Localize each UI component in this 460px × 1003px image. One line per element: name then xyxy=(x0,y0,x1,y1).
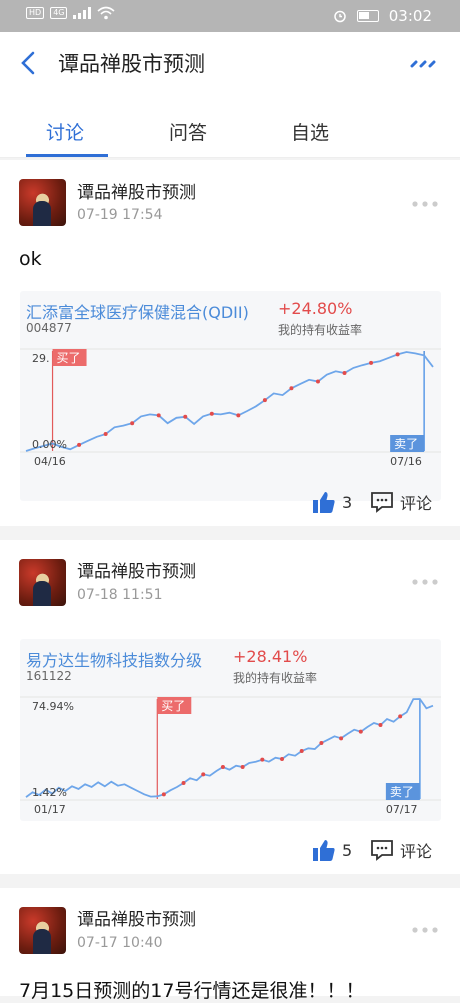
post-time: 07-17 10:40 xyxy=(77,935,163,951)
app-bar: 谭品禅股市预测 xyxy=(0,32,460,96)
fund-chart: 29. 0.00% 买了卖了 04/16 07/16 xyxy=(20,348,441,468)
comment-icon xyxy=(371,492,393,513)
series-line xyxy=(25,698,434,798)
like-button[interactable]: 3 xyxy=(312,490,352,514)
post-author[interactable]: 谭品禅股市预测 xyxy=(77,905,196,930)
fund-card[interactable]: 汇添富全球医疗保健混合(QDII) +24.80% 004877 我的持有收益率… xyxy=(20,291,441,501)
avatar[interactable] xyxy=(19,559,66,606)
trade-point xyxy=(156,413,161,418)
thumbs-up-icon xyxy=(313,840,335,861)
comment-label: 评论 xyxy=(400,494,433,513)
more-options-icon[interactable] xyxy=(411,200,439,208)
post-card: 谭品禅股市预测 07-19 17:54 ok 汇添富全球医疗保健混合(QDII)… xyxy=(0,160,460,526)
trade-point xyxy=(161,792,166,797)
trade-point xyxy=(289,386,294,391)
trade-point xyxy=(378,723,383,727)
y-min-label: 1.42% xyxy=(32,786,67,799)
more-icon[interactable] xyxy=(410,54,438,74)
fund-code: 161122 xyxy=(26,669,72,683)
post-card: 谭品禅股市预测 07-18 11:51 易方达生物科技指数分级 +28.41% … xyxy=(0,540,460,874)
fund-return: +28.41% xyxy=(233,647,308,666)
comment-label: 评论 xyxy=(400,842,433,861)
post-author[interactable]: 谭品禅股市预测 xyxy=(77,178,196,203)
more-options-icon[interactable] xyxy=(411,926,439,934)
tab-indicator xyxy=(26,154,108,157)
post-time: 07-18 11:51 xyxy=(77,587,163,603)
trade-point xyxy=(369,360,374,365)
buy-label: 买了 xyxy=(161,699,185,713)
fund-return-label: 我的持有收益率 xyxy=(233,671,318,685)
comment-button[interactable]: 评论 xyxy=(370,490,432,514)
trade-point xyxy=(342,371,347,376)
tab-bar: 讨论 问答 自选 xyxy=(0,96,460,158)
x-start-label: 01/17 xyxy=(34,803,66,816)
trade-point xyxy=(262,398,267,403)
page-title: 谭品禅股市预测 xyxy=(58,52,205,76)
tab-qa[interactable]: 问答 xyxy=(169,118,207,145)
signal-icon xyxy=(73,7,92,19)
tab-discussion[interactable]: 讨论 xyxy=(46,118,84,145)
x-start-label: 04/16 xyxy=(34,455,66,468)
trade-point xyxy=(209,411,214,416)
like-count: 5 xyxy=(342,840,353,860)
avatar[interactable] xyxy=(19,179,66,226)
comment-icon xyxy=(371,840,393,861)
trade-point xyxy=(339,736,344,741)
x-end-label: 07/17 xyxy=(386,803,418,816)
battery-icon xyxy=(356,10,379,22)
buy-label: 买了 xyxy=(57,351,81,365)
post-time: 07-19 17:54 xyxy=(77,207,163,223)
back-icon[interactable] xyxy=(16,46,46,80)
post-author[interactable]: 谭品禅股市预测 xyxy=(77,557,196,582)
trade-point xyxy=(299,749,304,753)
trade-point xyxy=(201,772,206,777)
trade-point xyxy=(319,741,324,745)
trade-point xyxy=(103,432,108,437)
x-end-label: 07/16 xyxy=(390,455,422,468)
trade-point xyxy=(183,414,188,419)
post-card: 谭品禅股市预测 07-17 10:40 7月15日预测的17号行情还是很准！！！ xyxy=(0,888,460,1002)
trade-point xyxy=(130,421,135,426)
fund-chart: 74.94% 1.42% 买了卖了 01/17 07/17 xyxy=(20,696,441,816)
post-text: 7月15日预测的17号行情还是很准！！！ xyxy=(19,980,365,1002)
trade-point xyxy=(358,729,363,734)
sell-label: 卖了 xyxy=(394,437,418,451)
trade-point xyxy=(280,757,285,761)
trade-point xyxy=(260,757,265,762)
y-max-label: 29. xyxy=(32,352,50,365)
y-max-label: 74.94% xyxy=(32,700,74,713)
trade-point xyxy=(315,379,320,384)
avatar[interactable] xyxy=(19,907,66,954)
comment-button[interactable]: 评论 xyxy=(370,838,432,862)
trade-point xyxy=(240,765,245,769)
fund-code: 004877 xyxy=(26,321,72,335)
like-count: 3 xyxy=(342,492,353,512)
trade-point xyxy=(220,765,225,769)
fund-return: +24.80% xyxy=(278,299,353,318)
trade-point xyxy=(77,442,82,447)
series-line xyxy=(25,351,434,452)
post-text: ok xyxy=(19,248,42,270)
trade-point xyxy=(395,352,400,357)
thumbs-up-icon xyxy=(313,492,335,513)
hd-badge: HD xyxy=(26,7,45,19)
trade-point xyxy=(236,413,241,418)
alarm-icon xyxy=(334,10,346,23)
status-bar: HD 4G 03:02 xyxy=(0,0,460,32)
wifi-icon xyxy=(97,6,116,20)
y-min-label: 0.00% xyxy=(32,438,67,451)
status-time: 03:02 xyxy=(388,7,432,25)
more-options-icon[interactable] xyxy=(411,578,439,586)
fund-name: 易方达生物科技指数分级 xyxy=(26,651,203,670)
like-button[interactable]: 5 xyxy=(312,838,352,862)
fund-card[interactable]: 易方达生物科技指数分级 +28.41% 161122 我的持有收益率 74.94… xyxy=(20,639,441,821)
fund-return-label: 我的持有收益率 xyxy=(278,323,363,337)
fund-name: 汇添富全球医疗保健混合(QDII) xyxy=(26,303,249,322)
tab-watchlist[interactable]: 自选 xyxy=(291,118,329,145)
trade-point xyxy=(398,714,403,719)
trade-point xyxy=(181,781,186,785)
network-badge: 4G xyxy=(50,7,68,19)
sell-label: 卖了 xyxy=(390,785,414,799)
